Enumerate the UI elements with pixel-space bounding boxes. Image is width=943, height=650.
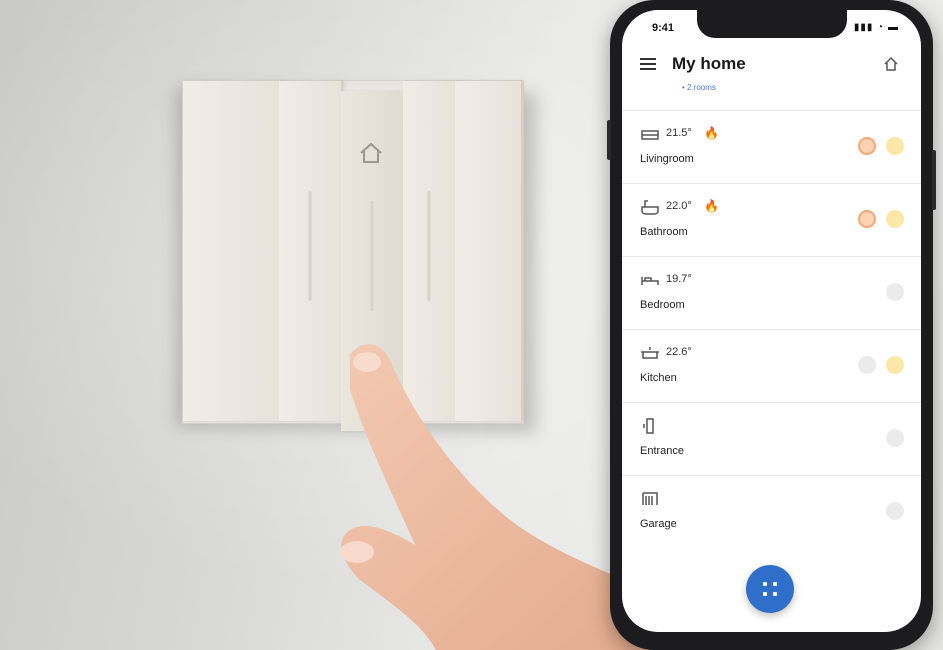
- room-name: Livingroom: [640, 153, 694, 165]
- light-bulb-icon[interactable]: [886, 283, 904, 301]
- room-row-bedroom[interactable]: 19.7° Bedroom: [622, 256, 921, 329]
- volume-button: [607, 120, 611, 160]
- light-bulb-icon[interactable]: [886, 356, 904, 374]
- room-name: Bedroom: [640, 299, 685, 311]
- light-bulb-icon[interactable]: [886, 502, 904, 520]
- room-temperature: 22.0°: [666, 200, 692, 212]
- home-icon: [360, 142, 382, 163]
- grid-menu-button[interactable]: [746, 565, 794, 613]
- room-temperature: 21.5°: [666, 127, 692, 139]
- room-list: 21.5° 🔥 Livingroom 22.0° 🔥 Bathroom 19.7…: [622, 110, 921, 548]
- bathtub-icon: [641, 200, 659, 215]
- heating-flame-icon: 🔥: [704, 199, 719, 213]
- sofa-icon: [641, 130, 659, 140]
- photo-scene: 9:41 ▮▮▮ ◔ ▬ My home • 2 rooms 21.5° 🔥 L…: [0, 0, 943, 650]
- grid-icon: [773, 592, 777, 596]
- smartphone: 9:41 ▮▮▮ ◔ ▬ My home • 2 rooms 21.5° 🔥 L…: [607, 0, 936, 650]
- grid-icon: [773, 582, 777, 586]
- switch-rocker-1: [183, 81, 281, 421]
- power-button: [932, 150, 936, 210]
- room-row-bathroom[interactable]: 22.0° 🔥 Bathroom: [622, 183, 921, 256]
- menu-icon[interactable]: [640, 58, 656, 70]
- phone-screen: 9:41 ▮▮▮ ◔ ▬ My home • 2 rooms 21.5° 🔥 L…: [622, 10, 921, 632]
- pot-icon: [641, 347, 659, 359]
- room-row-entrance[interactable]: Entrance: [622, 402, 921, 475]
- light-bulb-icon[interactable]: [886, 429, 904, 447]
- grid-icon: [763, 592, 767, 596]
- phone-notch: [697, 10, 847, 38]
- page-title: My home: [672, 54, 746, 73]
- rocker-slot: [370, 201, 374, 311]
- garage-icon: [642, 492, 658, 505]
- page-subtitle: • 2 rooms: [682, 83, 716, 92]
- bed-icon: [641, 277, 659, 285]
- signal-battery-icon: ▮▮▮ ◔ ▬: [853, 22, 899, 33]
- status-time: 9:41: [652, 22, 675, 34]
- heating-control-icon[interactable]: [858, 356, 876, 374]
- light-bulb-icon[interactable]: [886, 137, 904, 155]
- room-name: Kitchen: [640, 372, 677, 384]
- room-name: Bathroom: [640, 226, 688, 238]
- heating-control-icon[interactable]: [858, 137, 876, 155]
- heating-control-icon[interactable]: [858, 210, 876, 228]
- heating-flame-icon: 🔥: [704, 126, 719, 140]
- house-icon[interactable]: [883, 56, 899, 72]
- light-bulb-icon[interactable]: [886, 210, 904, 228]
- room-row-garage[interactable]: Garage: [622, 475, 921, 548]
- room-name: Garage: [640, 518, 677, 530]
- grid-icon: [763, 582, 767, 586]
- room-row-kitchen[interactable]: 22.6° Kitchen: [622, 329, 921, 402]
- room-temperature: 22.6°: [666, 346, 692, 358]
- door-icon: [643, 418, 654, 434]
- room-row-livingroom[interactable]: 21.5° 🔥 Livingroom: [622, 110, 921, 183]
- room-name: Entrance: [640, 445, 685, 457]
- rocker-slot: [427, 191, 431, 301]
- room-temperature: 19.7°: [666, 273, 692, 285]
- rocker-slot: [308, 191, 312, 301]
